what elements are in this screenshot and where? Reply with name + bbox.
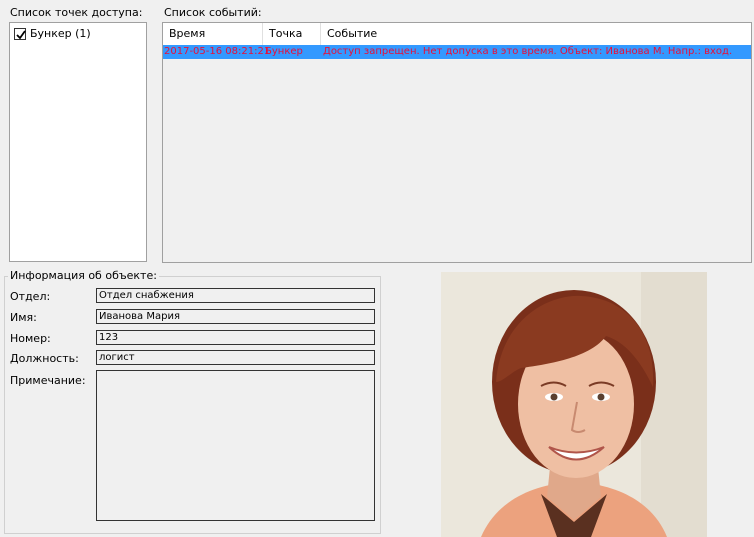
position-field[interactable]: логист bbox=[96, 350, 375, 365]
column-header-event[interactable]: Событие bbox=[321, 23, 751, 45]
event-time: 2017-05-16 08:21:21 bbox=[164, 46, 271, 57]
event-description: Доступ запрещен. Нет допуска в это время… bbox=[323, 46, 733, 57]
access-point-label: Бункер (1) bbox=[30, 27, 91, 40]
column-header-point[interactable]: Точка bbox=[263, 23, 321, 45]
portrait-image bbox=[441, 272, 707, 537]
column-header-time[interactable]: Время bbox=[163, 23, 263, 45]
checkbox-checked-icon[interactable] bbox=[14, 27, 26, 40]
department-label: Отдел: bbox=[10, 290, 51, 303]
events-title: Список событий: bbox=[164, 6, 262, 19]
number-field[interactable]: 123 bbox=[96, 330, 375, 345]
number-label: Номер: bbox=[10, 332, 51, 345]
note-label: Примечание: bbox=[10, 374, 86, 387]
event-point: Бункер bbox=[265, 46, 303, 57]
access-points-title: Список точек доступа: bbox=[10, 6, 143, 19]
event-row-selected[interactable]: 2017-05-16 08:21:21 Бункер Доступ запрещ… bbox=[163, 45, 751, 59]
access-point-item[interactable]: Бункер (1) bbox=[14, 27, 91, 40]
position-label: Должность: bbox=[10, 352, 79, 365]
access-points-list[interactable]: Бункер (1) bbox=[9, 22, 147, 262]
name-label: Имя: bbox=[10, 311, 37, 324]
object-info-title: Информация об объекте: bbox=[8, 269, 159, 282]
department-field[interactable]: Отдел снабжения bbox=[96, 288, 375, 303]
note-field[interactable] bbox=[96, 370, 375, 521]
events-table-header: Время Точка Событие bbox=[163, 23, 751, 46]
person-photo bbox=[441, 272, 707, 537]
events-table[interactable]: Время Точка Событие 2017-05-16 08:21:21 … bbox=[162, 22, 752, 263]
name-field[interactable]: Иванова Мария bbox=[96, 309, 375, 324]
